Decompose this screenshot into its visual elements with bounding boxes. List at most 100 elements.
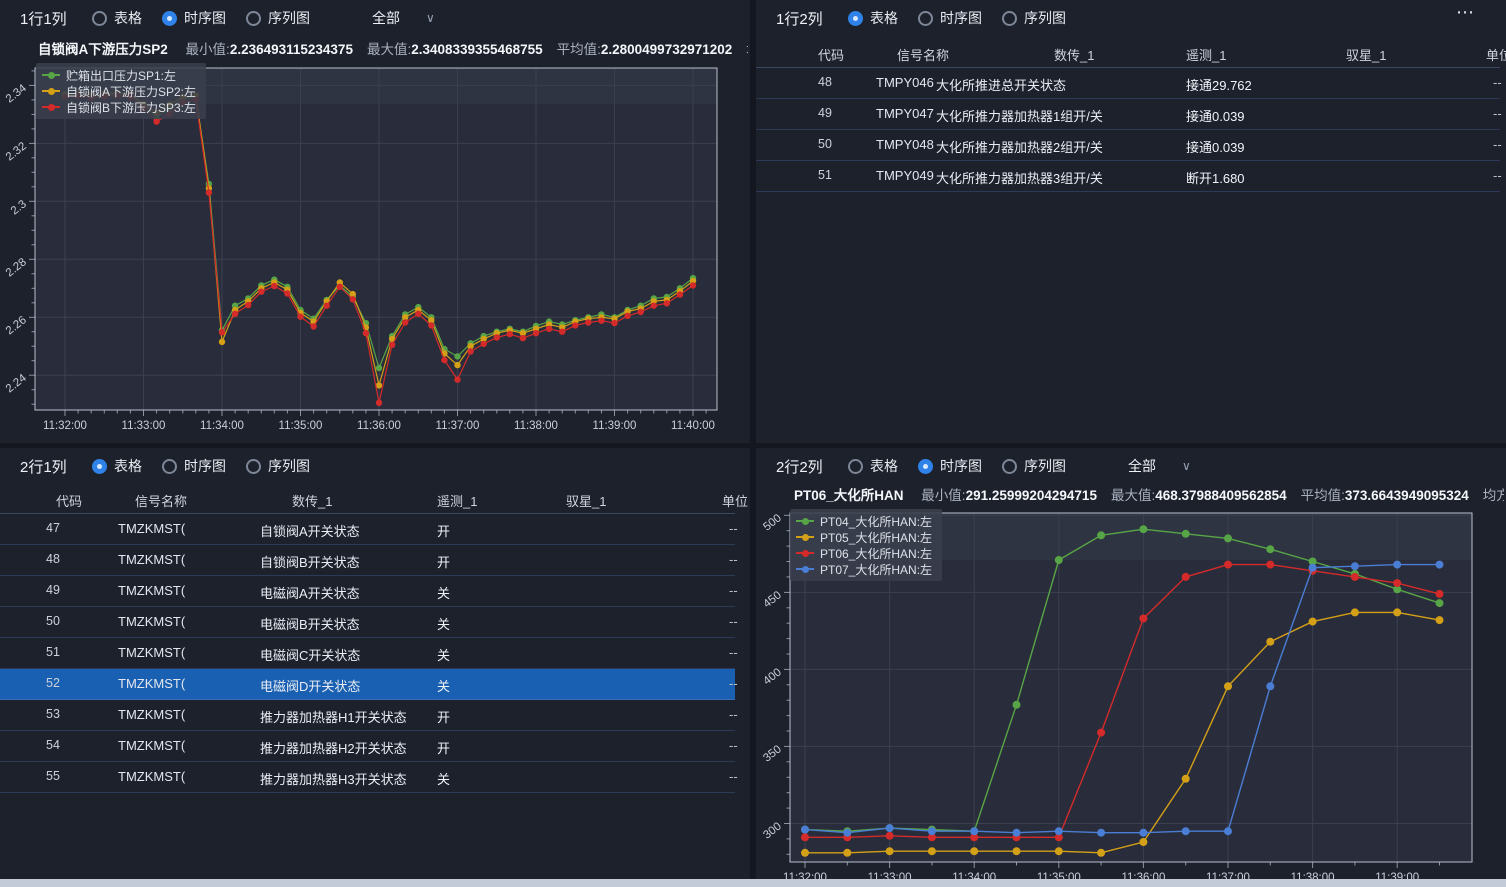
row-number: 54 (46, 738, 60, 752)
legend-item[interactable]: 自锁阀B下游压力SP3:左 (42, 99, 196, 115)
radio-table-view[interactable]: 表格 (848, 8, 898, 28)
column-header[interactable]: 遥测_1 (437, 491, 477, 510)
radio-timeseries-view[interactable]: 时序图 (918, 8, 982, 28)
table-row[interactable]: 50TMZKMST(电磁阀B开关状态关-- (0, 607, 735, 638)
more-menu-icon[interactable]: ⋯ (1456, 2, 1475, 23)
signal-name: 大化所推进总开关状态 (936, 75, 1066, 94)
legend-item[interactable]: PT06_大化所HAN:左 (796, 545, 932, 561)
legend-label: 自锁阀B下游压力SP3:左 (66, 99, 196, 116)
signal-name: 推力器加热器H1开关状态 (260, 707, 407, 726)
data-point (284, 290, 290, 296)
filter-dropdown-value: 全部 (1128, 456, 1156, 476)
data-point (1436, 590, 1444, 598)
filter-dropdown[interactable]: 全部 ∨ (372, 0, 435, 36)
data-point (297, 314, 303, 320)
table-row[interactable]: 48TMZKMST(自锁阀B开关状态开-- (0, 545, 735, 576)
table-row[interactable]: 51TMZKMST(电磁阀C开关状态关-- (0, 638, 735, 669)
column-header[interactable]: 代码 (56, 491, 82, 510)
table-row[interactable]: 55TMZKMST(推力器加热器H3开关状态关-- (0, 762, 735, 793)
data-point (481, 341, 487, 347)
radio-sequence-view[interactable]: 序列图 (246, 456, 310, 476)
data-point (454, 353, 460, 359)
radio-timeseries-view[interactable]: 时序图 (918, 456, 982, 476)
column-header[interactable]: 信号名称 (897, 45, 949, 64)
column-header[interactable]: 数传_1 (292, 491, 332, 510)
table-row[interactable]: 49TMPY047大化所推力器加热器1组开/关接通0.039-- (756, 99, 1500, 130)
data-point (1266, 638, 1274, 646)
table-row[interactable]: 53TMZKMST(推力器加热器H1开关状态开-- (0, 700, 735, 731)
y-tick-label: 2.28 (4, 256, 29, 279)
y-tick-label: 500 (761, 512, 784, 533)
data-point (454, 376, 460, 382)
column-header[interactable]: 数传_1 (1054, 45, 1094, 64)
table-row[interactable]: 54TMZKMST(推力器加热器H2开关状态开-- (0, 731, 735, 762)
column-header[interactable]: 驭星_1 (1346, 45, 1386, 64)
radio-circle-icon (162, 459, 177, 474)
chart-stat: 最大值:2.3408339355468755 (367, 42, 543, 57)
radio-table-view[interactable]: 表格 (92, 456, 142, 476)
table-row[interactable]: 52TMZKMST(电磁阀D开关状态关-- (0, 669, 735, 700)
y-tick-label: 2.24 (4, 372, 30, 396)
radio-option-label: 表格 (870, 456, 898, 476)
radio-table-view[interactable]: 表格 (848, 456, 898, 476)
column-header[interactable]: 信号名称 (135, 491, 187, 510)
column-header[interactable]: 单位 (722, 491, 748, 510)
data-point (389, 342, 395, 348)
legend-label: PT06_大化所HAN:左 (820, 545, 932, 562)
x-tick-label: 11:34:00 (952, 872, 996, 879)
signal-code: TMZKMST( (118, 614, 185, 629)
data-point (232, 311, 238, 317)
radio-sequence-view[interactable]: 序列图 (1002, 8, 1066, 28)
signal-name: 大化所推力器加热器1组开/关 (936, 106, 1103, 125)
filter-dropdown[interactable]: 全部 ∨ (1128, 448, 1191, 484)
table-row[interactable]: 48TMPY046大化所推进总开关状态接通29.762-- (756, 68, 1500, 99)
data-point (1139, 615, 1147, 623)
radio-timeseries-view[interactable]: 时序图 (162, 8, 226, 28)
table-row[interactable]: 47TMZKMST(自锁阀A开关状态开-- (0, 514, 735, 545)
y-tick-label: 450 (761, 589, 784, 610)
data-point (363, 330, 369, 336)
data-point (928, 827, 936, 835)
panel-header: 1行1列 表格时序图序列图 全部 ∨ (0, 0, 750, 36)
signal-code: TMZKMST( (118, 645, 185, 660)
column-header[interactable]: 代码 (818, 45, 844, 64)
radio-table-view[interactable]: 表格 (92, 8, 142, 28)
x-tick-label: 11:32:00 (783, 872, 827, 879)
table-row[interactable]: 51TMPY049大化所推力器加热器3组开/关断开1.680-- (756, 161, 1500, 192)
chart-stat: 平均值:373.6643949095324 (1301, 488, 1469, 503)
column-header[interactable]: 驭星_1 (566, 491, 606, 510)
telemetry-value: 关 (437, 583, 450, 602)
radio-circle-icon (92, 459, 107, 474)
radio-sequence-view[interactable]: 序列图 (246, 8, 310, 28)
table-header-row: 代码信号名称数传_1遥测_1驭星_1单位 (0, 484, 735, 514)
radio-timeseries-view[interactable]: 时序图 (162, 456, 226, 476)
telemetry-value: 开 (437, 738, 450, 757)
radio-circle-icon (246, 459, 261, 474)
radio-sequence-view[interactable]: 序列图 (1002, 456, 1066, 476)
data-point (1309, 564, 1317, 572)
unit-value: -- (1493, 168, 1502, 183)
x-tick-label: 11:33:00 (122, 420, 166, 432)
data-point (454, 362, 460, 368)
data-point (624, 313, 630, 319)
legend-item[interactable]: PT04_大化所HAN:左 (796, 513, 932, 529)
legend-item[interactable]: PT05_大化所HAN:左 (796, 529, 932, 545)
telemetry-value: 关 (437, 676, 450, 695)
radio-circle-icon (918, 459, 933, 474)
table-header-row: 代码信号名称数传_1遥测_1驭星_1单位 (756, 38, 1500, 68)
legend-item[interactable]: 自锁阀A下游压力SP2:左 (42, 83, 196, 99)
data-point (970, 847, 978, 855)
data-point (1055, 827, 1063, 835)
radio-option-label: 时序图 (940, 8, 982, 28)
column-header[interactable]: 单位 (1486, 45, 1506, 64)
legend-item[interactable]: PT07_大化所HAN:左 (796, 561, 932, 577)
y-tick-label: 2.26 (4, 314, 29, 337)
column-header[interactable]: 遥测_1 (1186, 45, 1226, 64)
legend-marker-icon (796, 564, 814, 574)
radio-option-label: 序列图 (268, 456, 310, 476)
legend-item[interactable]: 贮箱出口压力SP1:左 (42, 67, 196, 83)
table-row[interactable]: 49TMZKMST(电磁阀A开关状态关-- (0, 576, 735, 607)
chart-stat: 最小值:291.25999204294715 (921, 488, 1097, 503)
table-row[interactable]: 50TMPY048大化所推力器加热器2组开/关接通0.039-- (756, 130, 1500, 161)
signal-code: TMPY047 (876, 106, 934, 121)
